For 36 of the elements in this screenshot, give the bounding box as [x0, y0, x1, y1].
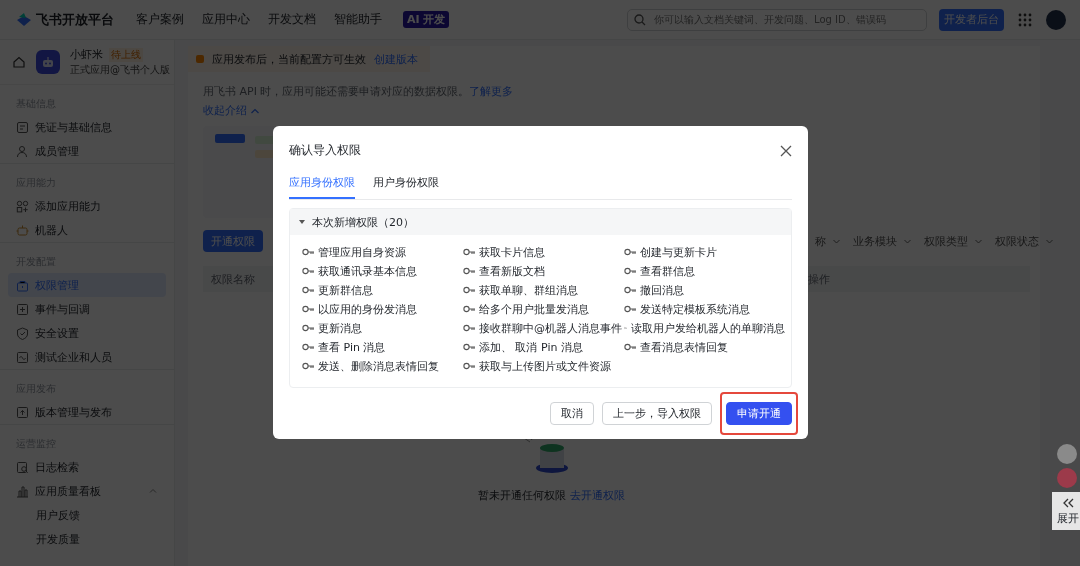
permission-name: 添加、 取消 Pin 消息: [479, 339, 583, 355]
double-chevron-icon: [1062, 498, 1074, 508]
permission-name: 查看群信息: [640, 263, 695, 279]
permission-name: 获取与上传图片或文件资源: [479, 358, 611, 374]
permission-name: 获取通讯录基本信息: [318, 263, 417, 279]
permission-name: 更新消息: [318, 320, 362, 336]
permission-name: 发送特定模板系统消息: [640, 301, 750, 317]
logo-text: 飞书开放平台: [36, 10, 114, 29]
nav-link[interactable]: 智能助手: [334, 11, 382, 28]
permission-name: 创建与更新卡片: [640, 244, 717, 260]
permission-name: 读取用户发给机器人的单聊消息: [631, 320, 785, 336]
dialog-title: 确认导入权限: [289, 142, 361, 159]
permission-name: 发送、删除消息表情回复: [318, 358, 439, 374]
apply-button[interactable]: 申请开通: [726, 402, 792, 425]
nav-link[interactable]: 开发文档: [268, 11, 316, 28]
dialog-button[interactable]: 取消: [550, 402, 594, 425]
permission-name: 查看新版文档: [479, 263, 545, 279]
dialog-button[interactable]: 上一步，导入权限: [602, 402, 712, 425]
permission-name: 获取卡片信息: [479, 244, 545, 260]
permission-name: 查看 Pin 消息: [318, 339, 386, 355]
close-icon[interactable]: [780, 144, 792, 157]
nav-link[interactable]: 应用中心: [202, 11, 250, 28]
permission-name: 查看消息表情回复: [640, 339, 728, 355]
permission-name: 以应用的身份发消息: [318, 301, 417, 317]
section-header[interactable]: 本次新增权限（20）: [290, 209, 791, 235]
tab[interactable]: 应用身份权限: [289, 175, 355, 199]
nav-link[interactable]: 客户案例: [136, 11, 184, 28]
permission-name: 接收群聊中@机器人消息事件: [479, 320, 622, 336]
permission-name: 更新群信息: [318, 282, 373, 298]
permission-name: 给多个用户批量发消息: [479, 301, 589, 317]
permission-name: 管理应用自身资源: [318, 244, 406, 260]
expand-panel[interactable]: 展开: [1052, 492, 1080, 530]
permission-name: 撤回消息: [640, 282, 684, 298]
permission-name: 获取单聊、群组消息: [479, 282, 578, 298]
tab[interactable]: 用户身份权限: [373, 175, 439, 199]
triangle-icon: [298, 218, 306, 226]
